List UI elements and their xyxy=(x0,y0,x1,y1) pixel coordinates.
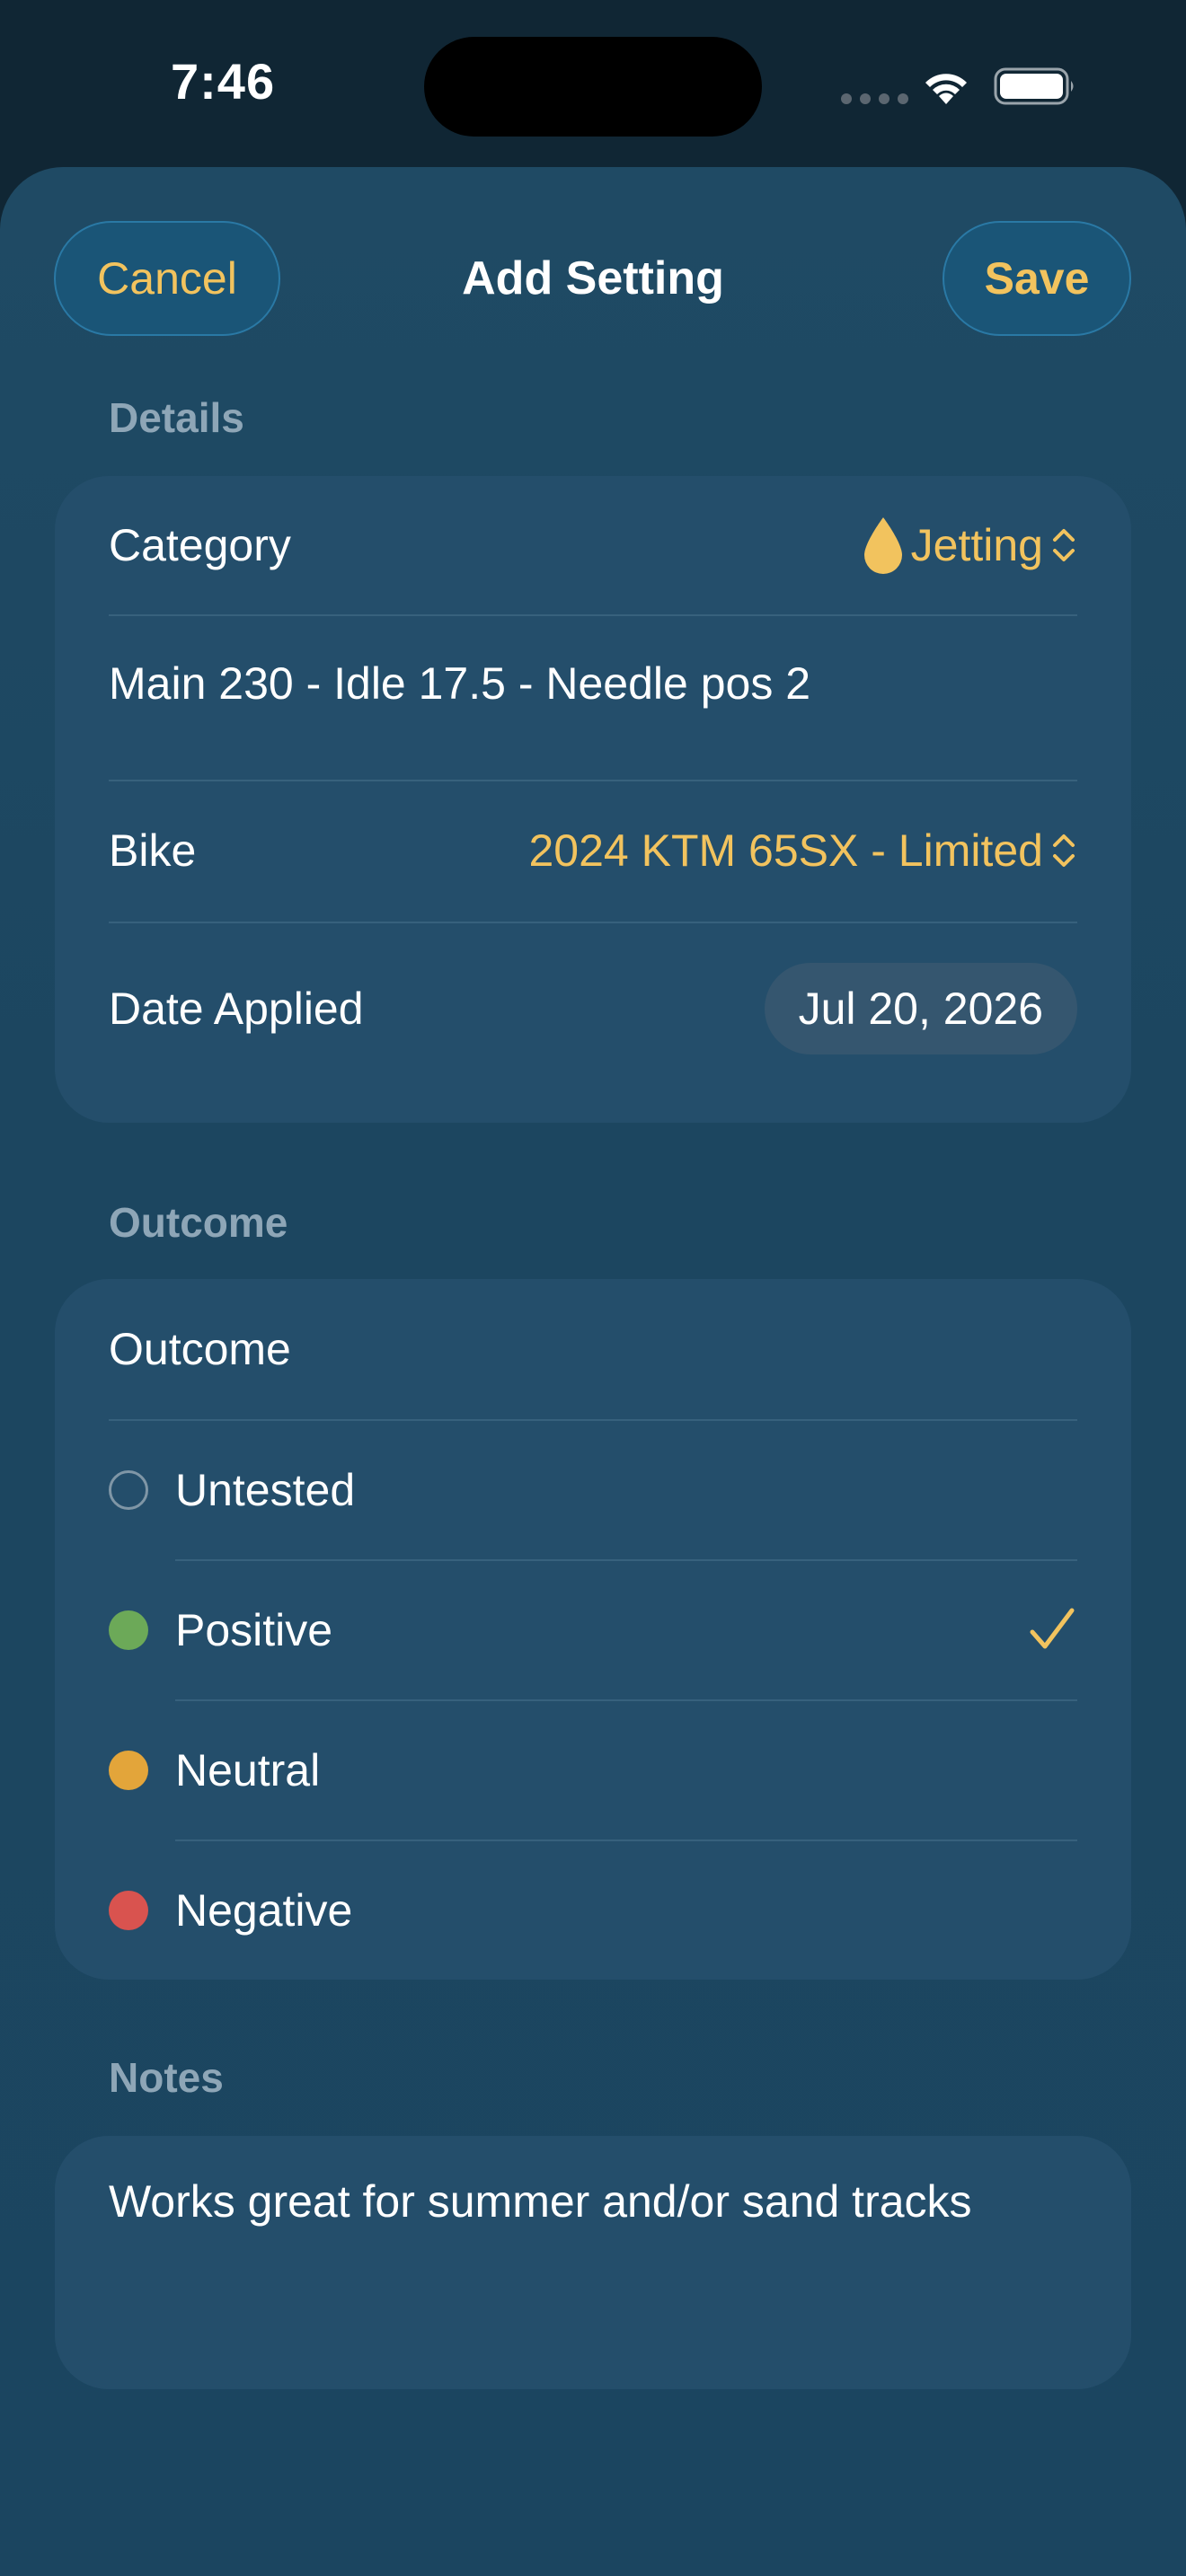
wifi-icon xyxy=(925,74,967,104)
divider xyxy=(109,614,1077,616)
bike-value: 2024 KTM 65SX - Limited xyxy=(528,825,1044,876)
page-title: Add Setting xyxy=(462,252,724,304)
setting-text-field[interactable]: Main 230 - Idle 17.5 - Needle pos 2 xyxy=(109,616,1077,751)
bike-label: Bike xyxy=(109,825,197,876)
category-value: Jetting xyxy=(910,520,1043,570)
negative-status-dot-icon xyxy=(109,1891,148,1930)
add-setting-screen: 7:46 Cancel Add Setting Save Details Cat… xyxy=(0,0,1186,2576)
neutral-status-dot-icon xyxy=(109,1751,148,1790)
checkmark-icon xyxy=(1030,1608,1075,1649)
details-section-header: Details xyxy=(109,394,244,441)
date-applied-row: Date Applied Jul 20, 2026 xyxy=(109,923,1077,1094)
outcome-option-untested[interactable]: Untested xyxy=(109,1421,1077,1559)
option-label: Positive xyxy=(175,1605,333,1655)
category-picker[interactable]: Jetting xyxy=(863,516,1077,575)
save-button[interactable]: Save xyxy=(943,221,1131,336)
notes-card[interactable]: Works great for summer and/or sand track… xyxy=(55,2136,1131,2389)
notes-text-field[interactable]: Works great for summer and/or sand track… xyxy=(109,2175,1077,2228)
outcome-picker-label: Outcome xyxy=(109,1324,291,1374)
dynamic-island xyxy=(424,37,762,137)
chevron-up-down-icon xyxy=(1053,834,1075,867)
modal-sheet: Cancel Add Setting Save Details Category… xyxy=(0,167,1186,2576)
untested-status-dot-icon xyxy=(109,1470,148,1510)
drop-icon xyxy=(863,517,902,574)
date-picker-button[interactable]: Jul 20, 2026 xyxy=(764,963,1077,1054)
details-card: Category Jetting Main 230 - Idle 17.5 - … xyxy=(55,476,1131,1123)
positive-status-dot-icon xyxy=(109,1610,148,1650)
bike-row[interactable]: Bike 2024 KTM 65SX - Limited xyxy=(109,781,1077,920)
outcome-option-positive[interactable]: Positive xyxy=(109,1561,1077,1699)
battery-icon xyxy=(994,67,1074,105)
bike-picker[interactable]: 2024 KTM 65SX - Limited xyxy=(529,825,1078,877)
category-row[interactable]: Category Jetting xyxy=(109,476,1077,614)
cancel-button[interactable]: Cancel xyxy=(54,221,280,336)
category-label: Category xyxy=(109,520,291,570)
option-label: Untested xyxy=(175,1465,356,1515)
chevron-up-down-icon xyxy=(1053,529,1075,561)
option-label: Neutral xyxy=(175,1745,321,1795)
outcome-option-negative[interactable]: Negative xyxy=(109,1841,1077,1980)
status-time: 7:46 xyxy=(171,53,276,110)
outcome-option-neutral[interactable]: Neutral xyxy=(109,1701,1077,1839)
option-label: Negative xyxy=(175,1885,353,1936)
setting-text-value: Main 230 - Idle 17.5 - Needle pos 2 xyxy=(109,658,811,709)
notes-section-header: Notes xyxy=(109,2054,224,2101)
outcome-picker-label-row: Outcome xyxy=(109,1279,1077,1419)
date-applied-label: Date Applied xyxy=(109,984,364,1034)
outcome-card: Outcome Untested Positive Neutral Negati… xyxy=(55,1279,1131,1980)
cellular-signal-icon xyxy=(841,93,908,104)
outcome-section-header: Outcome xyxy=(109,1199,288,1246)
